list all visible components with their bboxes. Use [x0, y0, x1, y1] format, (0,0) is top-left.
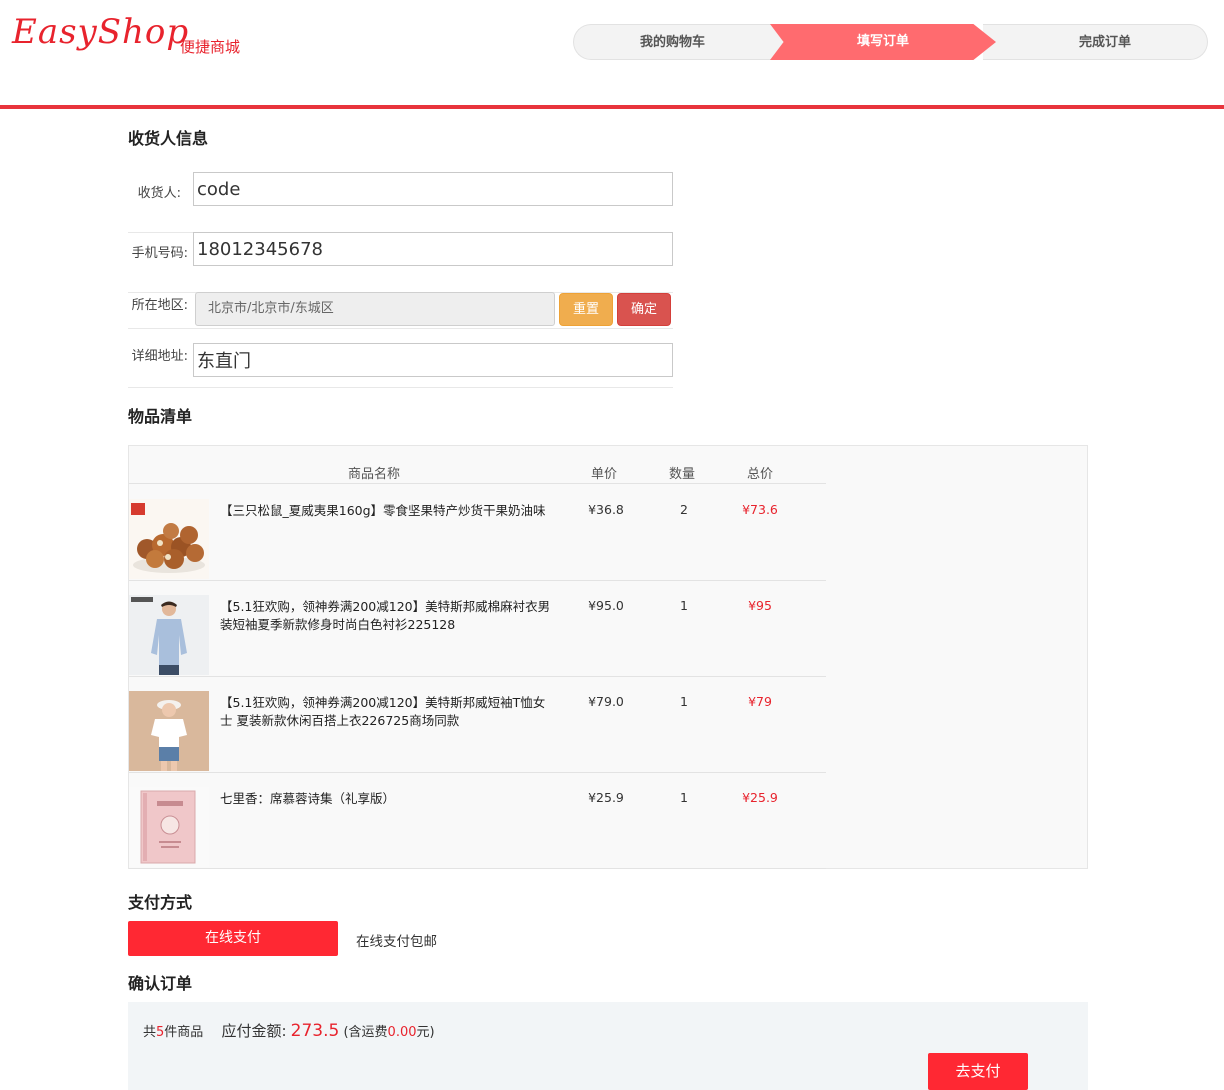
count-suffix: 件商品 — [164, 1025, 204, 1040]
payable-amount: 273.5 — [290, 1021, 340, 1041]
confirm-section-title: 确认订单 — [128, 974, 193, 993]
phone-input[interactable] — [193, 232, 673, 266]
checkout-steps: 我的购物车 完成订单 填写订单 — [573, 24, 1208, 60]
payment-note: 在线支付包邮 — [356, 934, 437, 950]
phone-label: 手机号码: — [131, 246, 188, 261]
quantity: 2 — [680, 502, 688, 517]
quantity: 1 — [680, 790, 688, 805]
table-row: 【三只松鼠_夏威夷果160g】零食坚果特产炒货干果奶油味 ¥36.8 2 ¥73… — [129, 484, 826, 581]
quantity: 1 — [680, 598, 688, 613]
receiver-name-input[interactable] — [193, 172, 673, 206]
row-total: ¥25.9 — [742, 790, 778, 805]
receiver-name-label: 收货人: — [137, 186, 181, 201]
address-input[interactable] — [193, 343, 673, 377]
product-name-link[interactable]: 【5.1狂欢购，领神券满200减120】美特斯邦威棉麻衬衣男装短袖夏季新款修身时… — [220, 598, 555, 634]
online-payment-button[interactable]: 在线支付 — [128, 921, 338, 956]
mens-shirt-image[interactable] — [129, 595, 209, 675]
address-label: 详细地址: — [131, 349, 188, 364]
womens-tshirt-image[interactable] — [129, 691, 209, 771]
header-quantity: 数量 — [669, 467, 696, 482]
region-label: 所在地区: — [131, 298, 188, 313]
product-name-link[interactable]: 七里香：席慕蓉诗集（礼享版） — [220, 790, 555, 808]
logo[interactable]: EasyShop — [12, 12, 189, 52]
amount-label: 应付金额: — [221, 1022, 287, 1040]
items-table: 商品名称 单价 数量 总价 【三只松鼠_夏威夷果160g】零食坚果特产炒货干果奶… — [128, 445, 1088, 869]
region-select[interactable]: 北京市/北京市/东城区 — [195, 292, 555, 326]
unit-price: ¥79.0 — [588, 694, 624, 709]
header-divider — [0, 105, 1224, 109]
shipping-prefix: (含运费 — [343, 1025, 388, 1040]
go-pay-button[interactable]: 去支付 — [928, 1053, 1028, 1090]
header-total: 总价 — [747, 467, 774, 482]
count-prefix: 共 — [143, 1025, 157, 1040]
receiver-name-row: 收货人: — [128, 172, 673, 233]
payment-section-title: 支付方式 — [128, 893, 193, 912]
order-summary: 共5件商品 应付金额: 273.5 (含运费0.00元) 去支付 — [128, 1002, 1088, 1090]
macadamia-nuts-image[interactable] — [129, 499, 209, 579]
step-complete: 完成订单 — [983, 24, 1208, 60]
address-row: 详细地址: — [128, 343, 673, 388]
quantity: 1 — [680, 694, 688, 709]
step-cart: 我的购物车 — [573, 24, 783, 60]
table-row: 【5.1狂欢购，领神券满200减120】美特斯邦威短袖T恤女士 夏装新款休闲百搭… — [129, 676, 826, 773]
row-total: ¥79 — [748, 694, 772, 709]
header-product-name: 商品名称 — [348, 467, 401, 482]
shipping-suffix: 元) — [416, 1025, 435, 1040]
confirm-region-button[interactable]: 确定 — [617, 293, 671, 326]
product-name-link[interactable]: 【三只松鼠_夏威夷果160g】零食坚果特产炒货干果奶油味 — [220, 502, 555, 520]
header-unit-price: 单价 — [591, 467, 618, 482]
logo-subtitle: 便捷商城 — [180, 38, 241, 56]
reset-button[interactable]: 重置 — [559, 293, 613, 326]
poetry-book-image[interactable] — [129, 787, 209, 867]
phone-row: 手机号码: — [128, 232, 673, 293]
unit-price: ¥25.9 — [588, 790, 624, 805]
unit-price: ¥36.8 — [588, 502, 624, 517]
table-row: 七里香：席慕蓉诗集（礼享版） ¥25.9 1 ¥25.9 — [129, 772, 826, 869]
unit-price: ¥95.0 — [588, 598, 624, 613]
receiver-section-title: 收货人信息 — [128, 129, 209, 148]
product-name-link[interactable]: 【5.1狂欢购，领神券满200减120】美特斯邦威短袖T恤女士 夏装新款休闲百搭… — [220, 694, 555, 730]
summary-line: 共5件商品 应付金额: 273.5 (含运费0.00元) — [143, 1020, 435, 1041]
row-total: ¥73.6 — [742, 502, 778, 517]
row-total: ¥95 — [748, 598, 772, 613]
items-section-title: 物品清单 — [128, 407, 193, 426]
region-row: 所在地区: 北京市/北京市/东城区 重置 确定 — [128, 292, 673, 329]
table-row: 【5.1狂欢购，领神券满200减120】美特斯邦威棉麻衬衣男装短袖夏季新款修身时… — [129, 580, 826, 677]
step-fill-order: 填写订单 — [770, 24, 996, 60]
shipping-fee: 0.00 — [387, 1025, 417, 1040]
